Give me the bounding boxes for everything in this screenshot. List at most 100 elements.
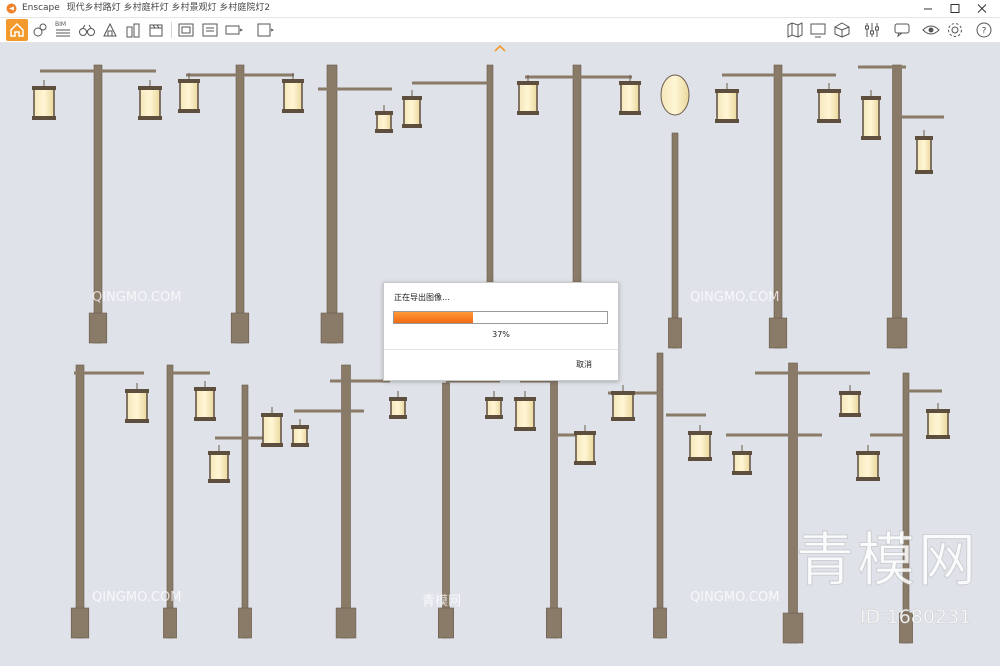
lantern-base (732, 471, 752, 475)
navigation-icon[interactable] (31, 21, 49, 39)
lantern-base (856, 477, 880, 481)
lamp-pole-base (668, 317, 682, 349)
lantern-base (178, 109, 200, 113)
close-button[interactable] (964, 0, 1000, 17)
lamp-pole-base (768, 317, 788, 349)
lamp-pole (235, 64, 245, 344)
lamp-pole (326, 64, 338, 344)
eye-icon[interactable] (922, 21, 940, 39)
lamp-pole-base (70, 607, 90, 639)
progress-fill (394, 312, 473, 323)
lamp-pole-base (238, 607, 252, 639)
lantern-base (282, 109, 304, 113)
lantern-cap (178, 79, 200, 83)
batch-render-icon[interactable] (201, 21, 219, 39)
lantern-base (208, 479, 230, 483)
collapse-chevron-icon[interactable] (493, 44, 507, 53)
cube-icon[interactable] (833, 21, 851, 39)
lamp-pole (773, 64, 783, 349)
lamp-pole (241, 384, 249, 639)
lantern-base (839, 413, 861, 417)
enscape-logo-icon (6, 3, 17, 14)
lantern (292, 426, 308, 446)
lantern-base (715, 119, 739, 123)
bim-label: BIM (55, 21, 67, 28)
tab-3[interactable]: 乡村景观灯 (171, 3, 216, 13)
lantern-cap (715, 89, 739, 93)
watermark-small: 青模网 (422, 594, 462, 609)
map-icon[interactable] (786, 21, 804, 39)
lantern-base (926, 435, 950, 439)
lantern-base (261, 443, 283, 447)
lamp-pole-base (335, 607, 357, 639)
lantern-cap (574, 431, 596, 435)
tab-4[interactable]: 乡村庭院灯2 (219, 3, 270, 13)
lantern (518, 82, 538, 114)
lantern (390, 398, 406, 418)
lantern (862, 97, 880, 139)
lamp-pole (550, 378, 558, 639)
lantern (195, 388, 215, 420)
display-icon[interactable] (809, 21, 827, 39)
lantern (126, 390, 148, 422)
watermark-id: ID:1680231 (860, 606, 972, 629)
house-icon[interactable] (101, 21, 119, 39)
sliders-icon[interactable] (863, 21, 881, 39)
lantern (733, 452, 751, 474)
home-icon[interactable] (6, 19, 28, 41)
lantern (486, 398, 502, 418)
lantern (179, 80, 199, 112)
lantern-base (915, 170, 933, 174)
lantern-cap (926, 409, 950, 413)
lantern-base (574, 461, 596, 465)
help-icon[interactable]: ? (975, 21, 993, 39)
bim-icon (56, 29, 70, 37)
watermark-small: QINGMO.COM (92, 290, 182, 305)
lantern-base (485, 415, 503, 419)
tab-2[interactable]: 乡村庭杆灯 (124, 3, 169, 13)
lamp-pole-base (782, 612, 804, 644)
lantern-cap (861, 96, 881, 100)
lantern-cap (485, 397, 503, 401)
lantern-base (611, 417, 635, 421)
lantern-cap (125, 389, 149, 393)
buildings-icon[interactable] (124, 21, 142, 39)
lamp-pole (341, 364, 351, 639)
lantern-cap (402, 96, 422, 100)
lamp-pole-base (653, 607, 667, 639)
binoculars-icon[interactable] (78, 21, 96, 39)
lantern (689, 432, 711, 460)
lantern-cap (732, 451, 752, 455)
lantern-cap (915, 136, 933, 140)
chat-icon[interactable] (893, 21, 911, 39)
lamp-pole (902, 372, 910, 644)
lantern (262, 414, 282, 446)
svg-text:?: ? (982, 27, 987, 37)
lantern-base (375, 129, 393, 133)
lantern (209, 452, 229, 482)
cancel-button[interactable]: 取消 (576, 359, 592, 370)
lamp-pole-base (230, 312, 250, 344)
window-title: Enscape 现代乡村路灯 乡村庭杆灯 乡村景观灯 乡村庭院灯2 (22, 2, 270, 15)
capture-icon[interactable] (177, 21, 195, 39)
lantern (376, 112, 392, 132)
lantern (139, 87, 161, 119)
clapperboard-icon[interactable] (147, 21, 165, 39)
lantern (515, 398, 535, 430)
bim-button[interactable]: BIM (54, 21, 72, 39)
tab-1[interactable]: 现代乡村路灯 (67, 3, 121, 13)
lamp-pole (892, 64, 902, 349)
lamp-pole-base (88, 312, 108, 344)
lantern (33, 87, 55, 119)
lantern (857, 452, 879, 480)
watermark-brand: 青模网 (795, 526, 980, 595)
gear-icon[interactable] (946, 21, 964, 39)
lantern-cap (817, 89, 841, 93)
toolbar-divider (171, 22, 172, 38)
lamp-pole-base (886, 317, 908, 349)
lantern (620, 82, 640, 114)
lantern-cap (138, 86, 162, 90)
export-icon[interactable] (256, 21, 274, 39)
lantern-base (861, 136, 881, 140)
panorama-icon[interactable] (225, 21, 243, 39)
